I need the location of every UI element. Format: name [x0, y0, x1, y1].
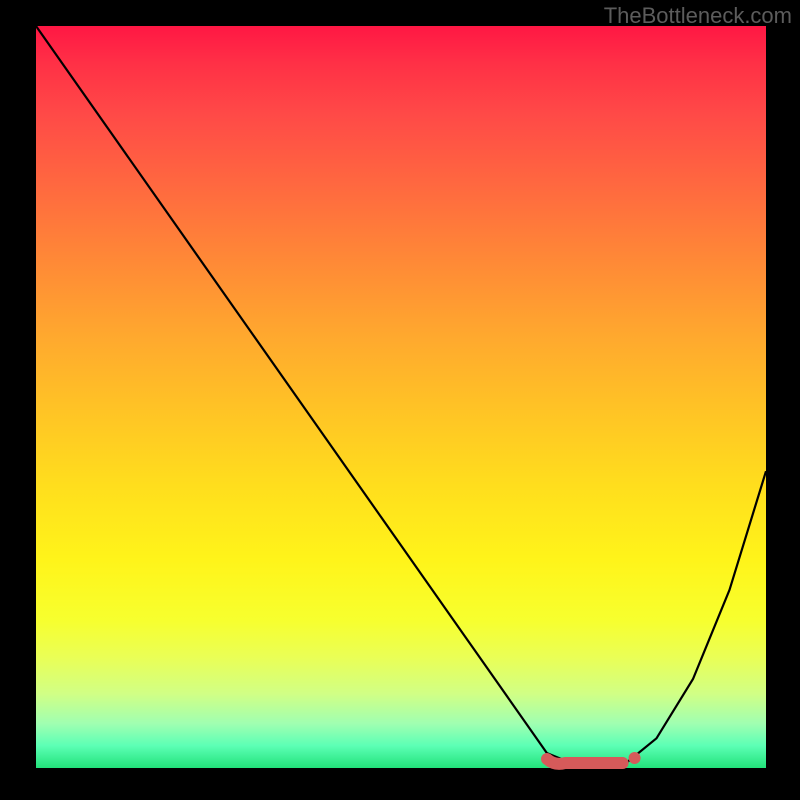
chart-container: TheBottleneck.com — [0, 0, 800, 800]
curve-layer — [36, 26, 766, 768]
optimal-zone-marker — [547, 758, 635, 764]
bottleneck-curve-path — [36, 26, 766, 768]
bottleneck-plot — [36, 26, 766, 768]
watermark-label: TheBottleneck.com — [604, 3, 792, 29]
